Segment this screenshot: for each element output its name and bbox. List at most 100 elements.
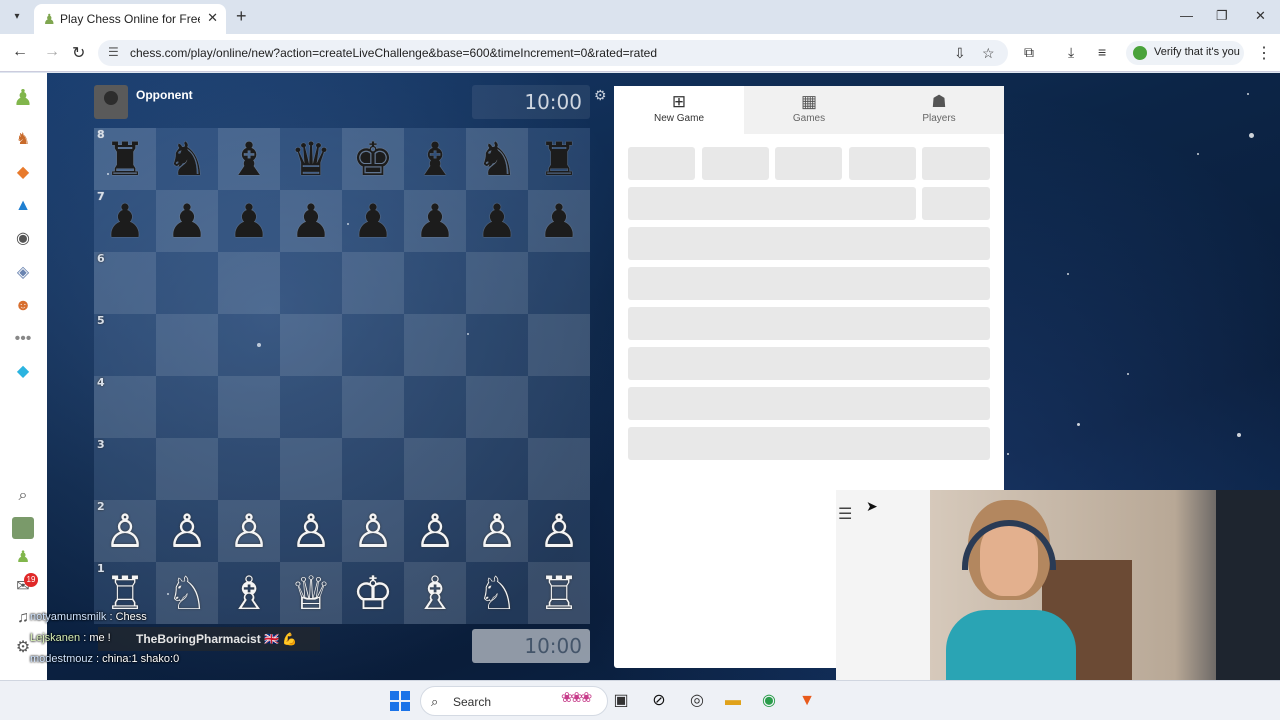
board-square[interactable]: ♙ (218, 500, 280, 562)
chess-logo-icon[interactable]: ♟ (12, 87, 34, 109)
board-square[interactable]: ♗ (218, 562, 280, 624)
url-text[interactable]: chess.com/play/online/new?action=createL… (130, 46, 657, 60)
verify-identity-button[interactable]: Verify that it's you (1126, 41, 1244, 65)
board-square[interactable]: 6 (94, 252, 156, 314)
board-square[interactable] (280, 252, 342, 314)
board-square[interactable]: 4 (94, 376, 156, 438)
board-square[interactable] (404, 252, 466, 314)
forward-button[interactable]: → (44, 43, 60, 61)
board-square[interactable]: ♕ (280, 562, 342, 624)
hamburger-menu-icon[interactable]: ☰ (838, 504, 852, 524)
board-square[interactable] (156, 314, 218, 376)
board-square[interactable] (218, 438, 280, 500)
new-tab-button[interactable]: + (236, 6, 247, 27)
media-control-icon[interactable]: ≡ (1098, 44, 1106, 60)
board-square[interactable]: ♟ (280, 190, 342, 252)
board-square[interactable]: ♟ (404, 190, 466, 252)
board-square[interactable] (466, 438, 528, 500)
board-square[interactable]: ♙ (280, 500, 342, 562)
news-icon[interactable]: ◈ (12, 262, 34, 284)
obs-icon[interactable]: ◎ (686, 690, 708, 712)
board-square[interactable]: ♝ (404, 128, 466, 190)
board-square[interactable]: ♙ (342, 500, 404, 562)
board-square[interactable]: ♙ (528, 500, 590, 562)
board-square[interactable] (156, 376, 218, 438)
board-square[interactable] (342, 314, 404, 376)
watch-icon[interactable]: ◉ (12, 228, 34, 250)
board-square[interactable]: ♟ (466, 190, 528, 252)
board-square[interactable]: 3 (94, 438, 156, 500)
board-square[interactable]: ♜ (528, 128, 590, 190)
board-square[interactable]: ♙ (156, 500, 218, 562)
board-square[interactable]: ♘ (466, 562, 528, 624)
minimize-button[interactable]: — (1180, 8, 1193, 23)
board-square[interactable]: ♔ (342, 562, 404, 624)
board-square[interactable] (404, 314, 466, 376)
board-square[interactable]: ♖ (528, 562, 590, 624)
board-square[interactable] (280, 376, 342, 438)
board-square[interactable]: ♞ (466, 128, 528, 190)
downloads-icon[interactable]: ⤓ (1068, 44, 1074, 61)
board-square[interactable]: ♟ 7 (94, 190, 156, 252)
install-app-icon[interactable]: ⇩ (954, 45, 966, 62)
board-square[interactable]: ♙ 2 (94, 500, 156, 562)
board-square[interactable] (528, 376, 590, 438)
board-square[interactable] (404, 438, 466, 500)
board-square[interactable] (466, 314, 528, 376)
tab-search-icon[interactable]: ▾ (8, 9, 26, 25)
board-square[interactable] (280, 438, 342, 500)
chrome-icon[interactable]: ◉ (758, 690, 780, 712)
board-square[interactable]: ♝ (218, 128, 280, 190)
site-info-icon[interactable]: ☰ (108, 45, 119, 59)
chess-board[interactable]: ♜ 8 ♞ ♝ ♛ ♚ ♝ ♞ ♜ ♟ 7 ♟ ♟ ♟ ♟ ♟ ♟ ♟ 6 5 4 3 ♙ 2 ♙ ♙ ♙ ♙ ♙ ♙ ♙ ♖ 1 ♘ ♗ ♕ ♔ ♗ ♘ ♖ (94, 128, 590, 624)
tab-games[interactable]: ▦ Games (744, 86, 874, 134)
more-icon[interactable]: ••• (12, 328, 34, 350)
board-square[interactable] (342, 438, 404, 500)
board-square[interactable] (342, 376, 404, 438)
taskbar-search[interactable]: ⌕ Search ❀❀❀ (420, 686, 608, 716)
learn-icon[interactable]: ▲ (12, 195, 34, 217)
board-square[interactable] (528, 438, 590, 500)
tab-new-game[interactable]: ⊞ New Game (614, 86, 744, 134)
file-explorer-icon[interactable]: ▬ (722, 690, 744, 712)
tab-players[interactable]: ☗ Players (874, 86, 1004, 134)
search-icon[interactable]: ⌕ (12, 485, 34, 507)
board-square[interactable]: ♟ (342, 190, 404, 252)
board-square[interactable] (466, 252, 528, 314)
board-square[interactable] (280, 314, 342, 376)
board-settings-icon[interactable]: ⚙ (594, 87, 607, 104)
windows-start-icon[interactable] (390, 691, 410, 711)
board-square[interactable]: ♚ (342, 128, 404, 190)
puzzles-icon[interactable]: ◆ (12, 162, 34, 184)
extensions-icon[interactable]: ⧉ (1024, 44, 1034, 61)
close-tab-icon[interactable]: ✕ (207, 10, 218, 26)
address-bar[interactable]: ☰ chess.com/play/online/new?action=creat… (98, 40, 1008, 66)
board-square[interactable]: ♟ (156, 190, 218, 252)
browser-menu-icon[interactable]: ⋮ (1256, 43, 1272, 63)
bookmark-star-icon[interactable]: ☆ (982, 45, 995, 62)
board-square[interactable]: ♙ (404, 500, 466, 562)
reload-button[interactable]: ↻ (72, 43, 85, 63)
board-square[interactable]: ♛ (280, 128, 342, 190)
board-square[interactable] (156, 252, 218, 314)
brave-icon[interactable]: ▼ (796, 690, 818, 712)
board-square[interactable]: ♗ (404, 562, 466, 624)
board-square[interactable]: ♜ 8 (94, 128, 156, 190)
task-view-icon[interactable]: ▣ (610, 690, 632, 712)
board-square[interactable] (466, 376, 528, 438)
app-icon[interactable]: ⊘ (648, 690, 670, 712)
user-avatar[interactable] (12, 517, 34, 539)
maximize-button[interactable]: ❐ (1216, 8, 1228, 24)
board-square[interactable] (342, 252, 404, 314)
board-square[interactable]: ♞ (156, 128, 218, 190)
play-icon[interactable]: ♞ (12, 129, 34, 151)
board-square[interactable]: 5 (94, 314, 156, 376)
board-square[interactable] (528, 252, 590, 314)
back-button[interactable]: ← (12, 43, 28, 61)
board-square[interactable] (156, 438, 218, 500)
board-square[interactable]: ♟ (218, 190, 280, 252)
close-window-button[interactable]: ✕ (1255, 8, 1266, 24)
board-square[interactable] (218, 252, 280, 314)
browser-tab[interactable]: ♟ Play Chess Online for Free with ✕ (34, 4, 226, 34)
board-square[interactable]: ♙ (466, 500, 528, 562)
